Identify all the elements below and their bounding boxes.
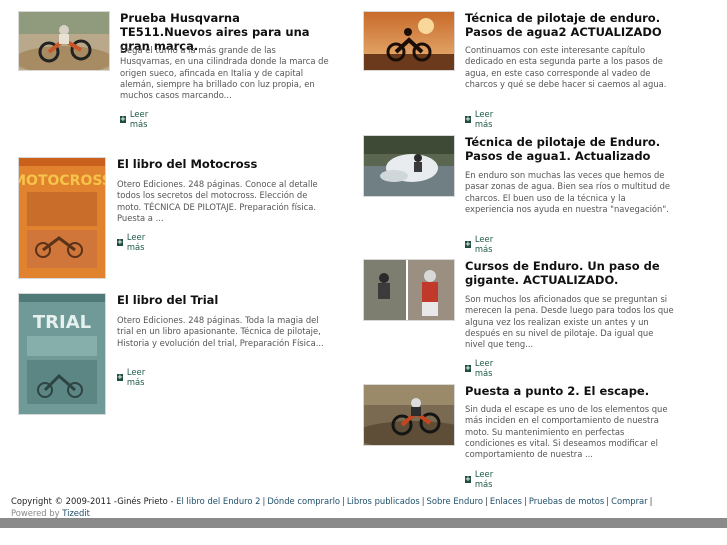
- water-crossing-photo[interactable]: [363, 135, 455, 197]
- footer-link-donde-comprarlo[interactable]: Dónde comprarlo: [267, 496, 340, 506]
- article-title[interactable]: Técnica de pilotaje de Enduro. Pasos de …: [465, 135, 680, 163]
- footer-separator: |: [649, 496, 653, 506]
- read-more-link[interactable]: + Leer más: [120, 109, 149, 129]
- footer-links-row: Copyright © 2009-2011 -Ginés Prieto - El…: [11, 495, 711, 507]
- motocross-rider-photo[interactable]: [18, 11, 110, 71]
- article-excerpt: Otero Ediciones. 248 páginas. Toda la ma…: [117, 315, 324, 348]
- article-excerpt: Sin duda el escape es uno de los element…: [465, 404, 668, 460]
- read-more-label: Leer más: [126, 367, 146, 387]
- plus-icon: +: [465, 363, 471, 372]
- plus-icon: +: [120, 114, 126, 123]
- read-more-link[interactable]: + Leer más: [465, 358, 494, 378]
- plus-icon: +: [465, 239, 471, 248]
- read-more-label: Leer más: [474, 109, 494, 129]
- read-more-link[interactable]: + Leer más: [465, 109, 494, 129]
- copyright-text: Copyright © 2009-2011 -Ginés Prieto -: [11, 496, 174, 506]
- plus-icon: +: [117, 372, 123, 381]
- bottom-bar: [0, 518, 727, 528]
- article-title[interactable]: El libro del Motocross: [117, 157, 327, 171]
- cover-title: TRIAL: [33, 312, 91, 333]
- footer-link-enlaces[interactable]: Enlaces: [490, 496, 522, 506]
- footer-separator: |: [484, 496, 488, 506]
- article-excerpt: Continuamos con este interesante capítul…: [465, 45, 667, 89]
- read-more-label: Leer más: [474, 469, 494, 489]
- plus-icon: +: [465, 474, 471, 483]
- trial-book-cover[interactable]: TRIAL: [18, 293, 106, 415]
- cover-title: MOTOCROSS: [19, 173, 105, 189]
- footer-link-libro-enduro-2[interactable]: El libro del Enduro 2: [176, 496, 260, 506]
- article-title[interactable]: El libro del Trial: [117, 293, 327, 307]
- powered-by-link[interactable]: Tizedit: [62, 508, 90, 518]
- read-more-label: Leer más: [474, 234, 494, 254]
- plus-icon: +: [465, 114, 471, 123]
- read-more-label: Leer más: [126, 232, 146, 252]
- footer-separator: |: [421, 496, 425, 506]
- enduro-course-photo[interactable]: [363, 259, 455, 321]
- article-excerpt: Llega el turno a la más grande de las Hu…: [120, 45, 329, 101]
- article-title[interactable]: Puesta a punto 2. El escape.: [465, 384, 680, 398]
- motocross-book-cover[interactable]: MOTOCROSS: [18, 157, 106, 279]
- article-excerpt: En enduro son muchas las veces que hemos…: [465, 170, 671, 214]
- read-more-link[interactable]: + Leer más: [465, 469, 494, 489]
- offroad-riding-photo[interactable]: [363, 384, 455, 446]
- footer-separator: |: [262, 496, 266, 506]
- powered-by-label: Powered by: [11, 508, 60, 518]
- footer-link-sobre-enduro[interactable]: Sobre Enduro: [427, 496, 483, 506]
- article-title[interactable]: Técnica de pilotaje de enduro. Pasos de …: [465, 11, 680, 39]
- footer-separator: |: [524, 496, 527, 506]
- read-more-label: Leer más: [474, 358, 494, 378]
- read-more-label: Leer más: [129, 109, 149, 129]
- footer: Copyright © 2009-2011 -Ginés Prieto - El…: [11, 495, 711, 519]
- article-excerpt: Son muchos los aficionados que se pregun…: [465, 294, 674, 350]
- footer-separator: |: [606, 496, 610, 506]
- read-more-link[interactable]: + Leer más: [465, 234, 494, 254]
- sunset-rider-photo[interactable]: [363, 11, 455, 71]
- footer-link-pruebas-motos[interactable]: Pruebas de motos: [529, 496, 604, 506]
- footer-link-libros-publicados[interactable]: Libros publicados: [347, 496, 420, 506]
- read-more-link[interactable]: + Leer más: [117, 367, 146, 387]
- article-excerpt: Otero Ediciones. 248 páginas. Conoce al …: [117, 179, 318, 223]
- read-more-link[interactable]: + Leer más: [117, 232, 146, 252]
- plus-icon: +: [117, 237, 123, 246]
- footer-link-comprar[interactable]: Comprar: [611, 496, 647, 506]
- article-title[interactable]: Cursos de Enduro. Un paso de gigante. AC…: [465, 259, 680, 287]
- footer-separator: |: [342, 496, 345, 506]
